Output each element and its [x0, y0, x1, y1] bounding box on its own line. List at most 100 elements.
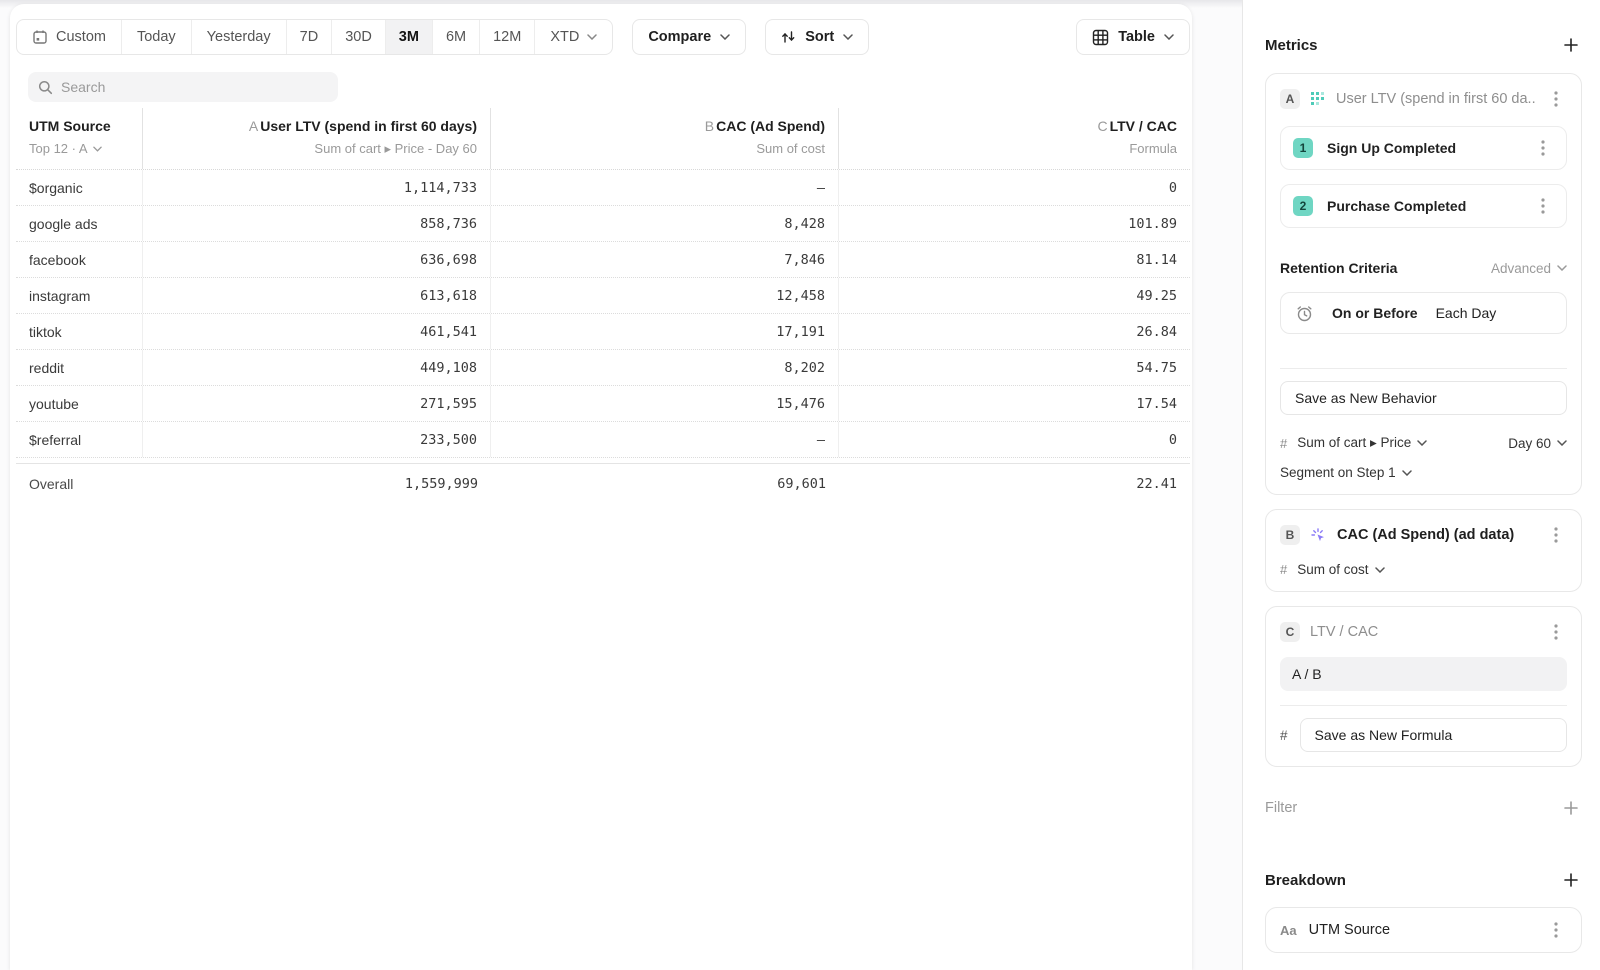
chevron-down-icon	[1164, 34, 1174, 40]
row-label: $referral	[16, 422, 143, 457]
date-range-label: XTD	[550, 29, 579, 45]
kebab-icon	[1554, 91, 1558, 107]
breakdown-item-label: UTM Source	[1309, 922, 1533, 938]
property-dropdown[interactable]: Sum of cost	[1297, 562, 1384, 577]
date-range-label: Yesterday	[207, 29, 271, 45]
overall-row: Overall 1,559,999 69,601 22.41	[16, 464, 1190, 504]
segment-on-step-dropdown[interactable]: Segment on Step 1	[1280, 465, 1567, 480]
cell-value: 1,559,999	[143, 464, 491, 504]
table-row: google ads 858,736 8,428 101.89	[16, 206, 1190, 242]
metric-grid-icon	[1310, 91, 1326, 107]
compare-button[interactable]: Compare	[632, 19, 746, 55]
add-breakdown-button[interactable]	[1560, 869, 1582, 891]
date-range-label: 7D	[300, 29, 319, 45]
retention-mode-dropdown[interactable]: Advanced	[1491, 261, 1567, 276]
add-metric-button[interactable]	[1560, 34, 1582, 56]
table-row: $referral 233,500 – 0	[16, 422, 1190, 458]
row-limit-dropdown[interactable]: Top 12 · A	[29, 141, 129, 156]
cell-value: 12,458	[491, 278, 839, 313]
save-as-new-behavior-button[interactable]: Save as New Behavior	[1280, 381, 1567, 415]
date-range-label: 3M	[399, 29, 419, 45]
cell-value: 0	[839, 170, 1190, 205]
step-menu-button[interactable]	[1532, 195, 1554, 217]
metric-b-header[interactable]: B CAC (Ad Spend) (ad data)	[1280, 524, 1567, 546]
segment-label: Segment on Step 1	[1280, 465, 1396, 480]
plus-icon	[1564, 801, 1578, 815]
column-title: CAC (Ad Spend)	[716, 118, 825, 134]
date-range-3m[interactable]: 3M	[385, 20, 432, 54]
behavior-window[interactable]: Each Day	[1436, 305, 1497, 321]
cell-value: 69,601	[491, 464, 839, 504]
chevron-down-icon	[1375, 567, 1385, 573]
row-label: reddit	[16, 350, 143, 385]
date-range-12m[interactable]: 12M	[479, 20, 534, 54]
kebab-icon	[1541, 140, 1545, 156]
chevron-down-icon	[1557, 440, 1567, 446]
date-range-xtd[interactable]: XTD	[534, 20, 612, 54]
funnel-step-1[interactable]: 1 Sign Up Completed	[1280, 126, 1567, 170]
search-input[interactable]	[61, 79, 328, 95]
view-type-button[interactable]: Table	[1076, 19, 1190, 55]
sort-icon	[781, 30, 796, 44]
column-title: LTV / CAC	[1110, 118, 1177, 134]
date-range-custom[interactable]: Custom	[17, 20, 121, 54]
property-dropdown[interactable]: Sum of cart ▸ Price	[1297, 435, 1427, 451]
table-row: instagram 613,618 12,458 49.25	[16, 278, 1190, 314]
day-window-dropdown[interactable]: Day 60	[1508, 436, 1567, 451]
column-header-c[interactable]: CLTV / CAC Formula	[839, 108, 1190, 169]
breakdown-menu-button[interactable]	[1545, 919, 1567, 941]
date-range-today[interactable]: Today	[121, 20, 191, 54]
table-row: facebook 636,698 7,846 81.14	[16, 242, 1190, 278]
funnel-step-2[interactable]: 2 Purchase Completed	[1280, 184, 1567, 228]
column-subtitle: Formula	[852, 141, 1177, 156]
retention-criteria-row: Retention Criteria Advanced	[1280, 260, 1567, 276]
column-title: UTM Source	[29, 118, 129, 134]
cell-value: 49.25	[839, 278, 1190, 313]
column-header-utm-source[interactable]: UTM Source Top 12 · A	[16, 108, 143, 169]
row-label: $organic	[16, 170, 143, 205]
step-menu-button[interactable]	[1532, 137, 1554, 159]
add-filter-button[interactable]	[1560, 797, 1582, 819]
kebab-icon	[1554, 922, 1558, 938]
chevron-down-icon	[93, 146, 102, 152]
column-header-b[interactable]: BCAC (Ad Spend) Sum of cost	[491, 108, 839, 169]
date-range-yesterday[interactable]: Yesterday	[191, 20, 286, 54]
cell-value: 0	[839, 422, 1190, 457]
date-range-6m[interactable]: 6M	[432, 20, 479, 54]
retention-behavior-box[interactable]: On or Before Each Day	[1280, 292, 1567, 334]
behavior-condition[interactable]: On or Before	[1332, 305, 1418, 321]
metric-letter-badge: A	[1280, 89, 1300, 109]
text-property-icon: Aa	[1280, 923, 1297, 938]
metric-menu-button[interactable]	[1545, 88, 1567, 110]
metric-menu-button[interactable]	[1545, 524, 1567, 546]
property-label: Sum of cost	[1297, 562, 1368, 577]
sort-button[interactable]: Sort	[765, 19, 869, 55]
metric-letter-badge: C	[1280, 622, 1300, 642]
cell-value: 54.75	[839, 350, 1190, 385]
sort-label: Sort	[805, 29, 834, 45]
column-title: User LTV (spend in first 60 days)	[260, 118, 477, 134]
cell-value: 461,541	[143, 314, 491, 349]
metric-a-header[interactable]: A User LTV (spend in first 60 da...	[1280, 88, 1567, 110]
breakdown-title: Breakdown	[1265, 872, 1346, 889]
chevron-down-icon	[1557, 265, 1567, 271]
column-letter: C	[1097, 118, 1107, 134]
cell-value: 101.89	[839, 206, 1190, 241]
date-range-30d[interactable]: 30D	[331, 20, 385, 54]
cell-value: –	[491, 422, 839, 457]
number-type-icon: #	[1280, 728, 1288, 743]
metric-menu-button[interactable]	[1545, 621, 1567, 643]
metric-title: CAC (Ad Spend) (ad data)	[1337, 527, 1535, 543]
column-letter: A	[249, 118, 258, 134]
number-type-icon: #	[1280, 562, 1287, 577]
metric-c-header[interactable]: C LTV / CAC	[1280, 621, 1567, 643]
save-as-new-formula-button[interactable]: Save as New Formula	[1300, 718, 1567, 752]
sparkle-cursor-icon	[1310, 527, 1327, 544]
formula-input[interactable]: A / B	[1280, 657, 1567, 691]
date-range-7d[interactable]: 7D	[286, 20, 332, 54]
breakdown-item-utm-source[interactable]: Aa UTM Source	[1265, 907, 1582, 953]
kebab-icon	[1554, 624, 1558, 640]
metric-title: LTV / CAC	[1310, 624, 1535, 640]
date-range-label: 6M	[446, 29, 466, 45]
column-header-a[interactable]: AUser LTV (spend in first 60 days) Sum o…	[143, 108, 491, 169]
